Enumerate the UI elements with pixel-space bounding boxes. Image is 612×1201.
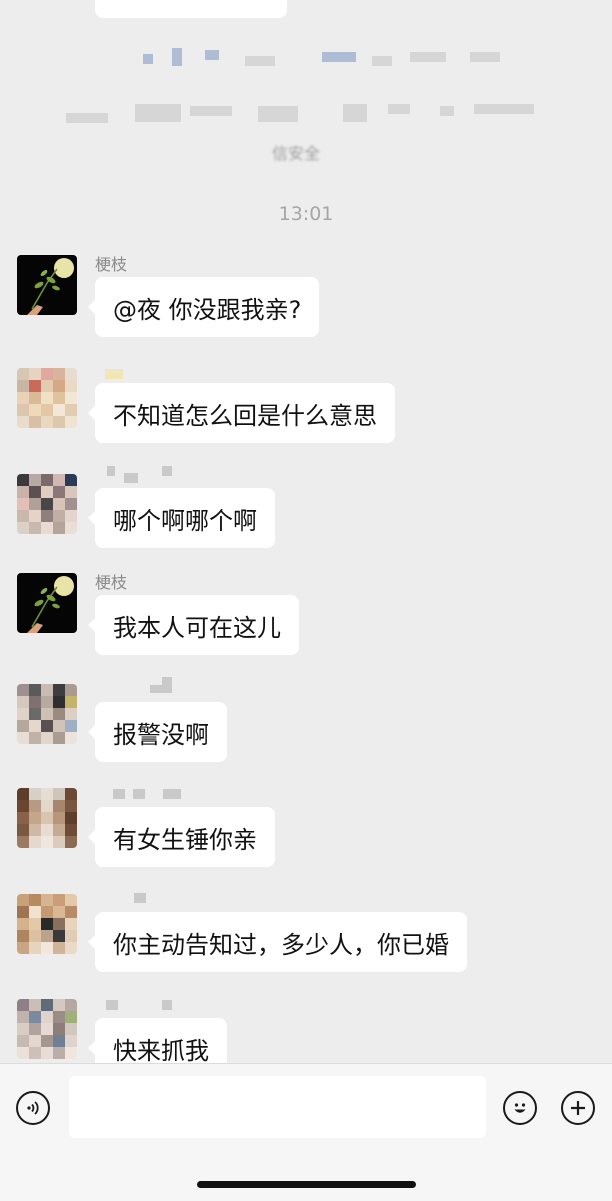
- voice-icon: [27, 1101, 39, 1115]
- sender-name-blurred: [134, 893, 146, 903]
- voice-input-button[interactable]: [16, 1091, 50, 1125]
- emoji-icon: [514, 1103, 526, 1113]
- sender-name-blurred: [162, 677, 172, 693]
- avatar-mosaic: [17, 788, 77, 848]
- sender-name-blurred: [133, 789, 145, 799]
- avatar[interactable]: [17, 368, 77, 428]
- avatar-mosaic: [17, 894, 77, 954]
- sender-name-blurred: [124, 473, 138, 483]
- more-options-button[interactable]: [561, 1091, 595, 1125]
- avatar-mosaic: [17, 368, 77, 428]
- message-bubble[interactable]: 你主动告知过，多少人，你已婚: [88, 912, 467, 972]
- sender-name: 梗枝: [95, 573, 128, 592]
- avatar[interactable]: [17, 474, 77, 534]
- emoji-button[interactable]: [503, 1091, 537, 1125]
- sender-name-blurred: [162, 1000, 172, 1010]
- avatar[interactable]: [17, 999, 77, 1059]
- message-timestamp: 13:01: [278, 203, 334, 225]
- sender-name-blurred: [163, 789, 181, 799]
- plus-icon: [571, 1101, 585, 1115]
- previous-message-bubble[interactable]: [95, 0, 287, 18]
- avatar[interactable]: [17, 573, 77, 633]
- sender-name-blurred: [105, 369, 123, 379]
- avatar[interactable]: [17, 894, 77, 954]
- avatar[interactable]: [17, 788, 77, 848]
- message-bubble[interactable]: 报警没啊: [88, 702, 227, 762]
- system-notice-text: 信安全: [272, 144, 321, 163]
- avatar-mosaic: [17, 684, 77, 744]
- home-indicator[interactable]: [197, 1181, 416, 1188]
- plant-avatar-image: [27, 258, 74, 315]
- avatar-mosaic: [17, 999, 77, 1059]
- message-bubble[interactable]: 哪个啊哪个啊: [88, 488, 275, 548]
- sender-name-blurred: [162, 466, 172, 476]
- avatar[interactable]: [17, 255, 77, 315]
- sender-name-blurred: [107, 466, 115, 476]
- message-bubble[interactable]: 不知道怎么回是什么意思: [88, 383, 395, 443]
- sender-name: 梗枝: [95, 255, 128, 274]
- plant-avatar-image: [27, 576, 74, 633]
- message-input[interactable]: [69, 1076, 486, 1138]
- message-bubble[interactable]: 有女生锤你亲: [88, 807, 275, 867]
- avatar-mosaic: [17, 474, 77, 534]
- sender-name-blurred: [106, 1000, 118, 1010]
- avatar[interactable]: [17, 684, 77, 744]
- message-bubble[interactable]: 我本人可在这儿: [88, 595, 299, 655]
- sender-name-blurred: [150, 685, 162, 693]
- message-bubble[interactable]: @夜 你没跟我亲?: [87, 277, 320, 337]
- sender-name-blurred: [113, 789, 125, 799]
